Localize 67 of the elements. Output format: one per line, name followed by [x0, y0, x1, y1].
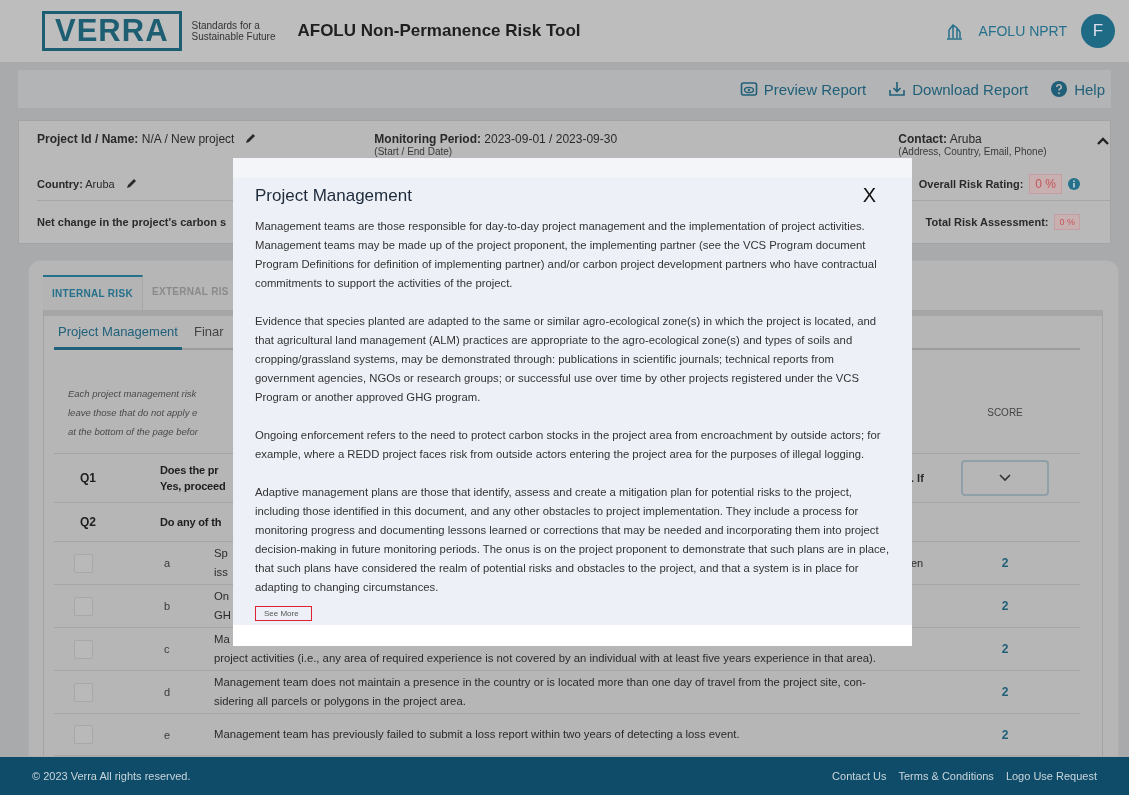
risk-item-text: Sp: [214, 546, 228, 561]
item-letter: e: [163, 728, 172, 741]
dialog-title: Project Management: [255, 185, 412, 206]
item-letter: c: [163, 643, 171, 655]
risk-item-text: Management team does not maintain a presence in the country or is located more than one day of travel from the project site, con- sidering all parcels or polygons in the project area.: [214, 675, 866, 709]
score-dropdown[interactable]: [961, 460, 1049, 496]
field-text: Monitoring Period: 2023-09-01 / 2023-09-30: [374, 132, 618, 146]
tab[interactable]: INTERNAL RISK: [43, 275, 143, 310]
field-label: Net change in the project's carbon s: [37, 216, 227, 228]
risk-badge: 0 %: [1054, 214, 1080, 230]
user-avatar[interactable]: F: [1081, 14, 1115, 48]
risk-item-text: GH: [214, 608, 231, 623]
risk-badge: 0 %: [1029, 174, 1062, 194]
question-text: . If: [910, 472, 925, 484]
info-icon: [1068, 178, 1080, 190]
risk-item-text: Management team has previously failed to submit a loss report within two years of detecting a loss event.: [214, 727, 740, 742]
item-letter: a: [163, 557, 172, 569]
eye-icon: [739, 80, 758, 98]
score-value: 2: [1001, 599, 1009, 613]
dialog-paragraph: Evidence that species planted are adapted to the same or similar agro-ecological zone(s) in which the project is located, and that agricultural land management (ALM) practices are appropriate to the agro-ecological zone(s) and types of soils and cropping/grassland systems, may be demonstrated through: publications in scientific journals; technical reports from government agencies, NGOs or research groups; or successful use over time by other projects registered under the VCS Program or another approved GHG program.: [255, 314, 878, 405]
risk-item-text: project activities (i.e., any area of required experience is not covered by an individual with at least five years experience in that area).: [214, 651, 876, 666]
field-label: Total Risk Assessment:: [925, 216, 1049, 228]
risk-item-text: Ma: [214, 632, 230, 647]
field-hint: (Address, Country, Email, Phone): [898, 146, 1048, 157]
footer-link[interactable]: Terms & Conditions: [898, 770, 994, 782]
field-hint: (Start / End Date): [374, 146, 454, 157]
dialog-paragraph: Adaptive management plans are those that identify, assess and create a mitigation plan for potential risks to the project, including those identified in this document, and any other obstacles to project implementation. They include a process for monitoring progress and documenting lessons learned or corrections that may be needed and incorporating them into project decision-making in future monitoring periods. The onus is on the project proponent to demonstrate that such plans are in place, that such plans have considered the realm of potential risks and obstacles to the project, and that a system is in place for adapting to changing circumstances.: [255, 485, 891, 595]
logo-wordmark: VERRA: [55, 16, 169, 46]
question-text: Do any of th: [160, 515, 222, 530]
subtab[interactable]: Project Management: [54, 316, 182, 350]
field-label: Overall Risk Rating:: [918, 178, 1024, 190]
preview-button[interactable]: Preview Report: [735, 80, 871, 98]
question-number: Q2: [79, 515, 97, 529]
field-text: Country: Aruba: [37, 178, 115, 190]
score-value: 2: [1001, 556, 1009, 570]
close-button[interactable]: X: [862, 184, 876, 207]
field-text: Contact: Aruba: [898, 132, 982, 146]
chart-icon: [944, 22, 963, 40]
subtab[interactable]: Finar: [189, 316, 228, 348]
question-number: Q1: [79, 471, 97, 485]
question-text: Yes, proceed: [160, 479, 226, 494]
help-icon: [1050, 80, 1069, 98]
logo-tagline: Standards for a Sustainable Future: [191, 20, 276, 42]
download-button[interactable]: Download Report: [884, 80, 1033, 98]
score-value: 2: [1001, 642, 1009, 656]
copyright-text: © 2023 Verra All rights reserved.: [32, 770, 191, 782]
chevron-down-icon: [999, 474, 1011, 482]
help-button[interactable]: Help: [1046, 80, 1109, 98]
instructions-text: Each project management risk leave those that do not apply e at the bottom of the page befor: [68, 387, 198, 439]
item-letter: d: [163, 686, 172, 698]
risk-item-text: On: [214, 589, 230, 604]
question-text: Does the pr: [160, 463, 219, 478]
score-value: 2: [1001, 685, 1009, 699]
app-link[interactable]: AFOLU NPRT: [978, 23, 1067, 39]
dialog-paragraph: Management teams are those responsible for day-to-day project management and the implementation of project activities. Management teams may be made up of the project proponent, the implementing partner (see the VCS Program document Program Definitions for definition of implementing partner) and/or carbon project development partners who have contractual commitments to support the activities of the project.: [255, 219, 878, 291]
risk-item-text: iss: [214, 565, 228, 580]
risk-item-text: en: [910, 557, 925, 569]
footer-link[interactable]: Logo Use Request: [1005, 770, 1097, 782]
see-more-button[interactable]: See More: [255, 606, 312, 621]
field-text: Project Id / Name: N/A / New project: [37, 132, 235, 146]
item-letter: b: [163, 600, 172, 612]
app-title: AFOLU Non-Permanence Risk Tool: [297, 21, 581, 41]
dialog-paragraph: Ongoing enforcement refers to the need to protect carbon stocks in the project area from encroachment by outside actors; for example, where a REDD project faces risk from outside actors entering the project area for the purposes of illegal logging.: [255, 428, 882, 462]
download-icon: [888, 80, 907, 98]
column-header: SCORE: [986, 407, 1024, 418]
score-value: 2: [1001, 727, 1009, 742]
footer-link[interactable]: Contact Us: [832, 770, 887, 782]
